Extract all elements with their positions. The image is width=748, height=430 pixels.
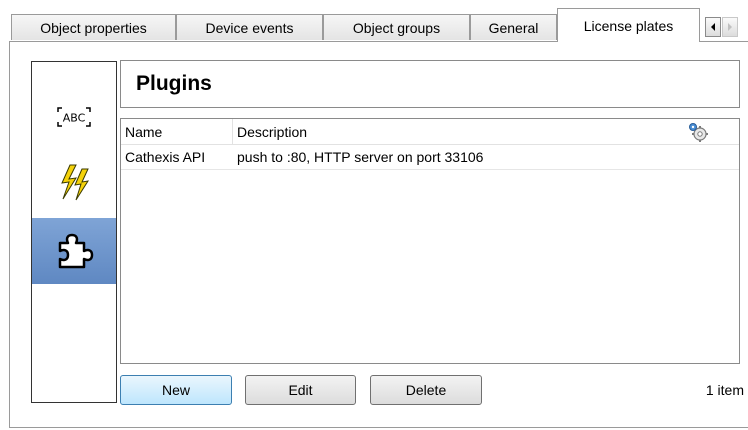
tab-strip: Object properties Device events Object g… xyxy=(0,0,748,42)
edit-button[interactable]: Edit xyxy=(245,375,356,405)
scroll-left-arrow-icon xyxy=(711,23,715,31)
column-settings-button[interactable] xyxy=(687,122,709,145)
license-plates-panel: ABC Plugins Name Description Cathexis AP… xyxy=(9,41,748,428)
tab-label: Object groups xyxy=(352,19,441,36)
tab-label: License plates xyxy=(583,17,674,34)
tab-license-plates[interactable]: License plates xyxy=(557,8,700,42)
table-row[interactable]: Cathexis API push to :80, HTTP server on… xyxy=(121,145,739,170)
abc-text-icon: ABC xyxy=(57,107,91,127)
tab-device-events[interactable]: Device events xyxy=(176,14,323,40)
page-title: Plugins xyxy=(136,72,212,95)
tab-scroll-left-button[interactable] xyxy=(705,17,721,37)
svg-text:ABC: ABC xyxy=(63,112,86,125)
list-header: Name Description xyxy=(121,119,739,145)
tab-label: Device events xyxy=(205,19,294,36)
sidebar-item-events[interactable] xyxy=(32,150,116,216)
puzzle-piece-icon xyxy=(58,233,94,269)
scroll-right-arrow-icon xyxy=(728,23,732,31)
plugin-category-sidebar: ABC xyxy=(31,61,117,403)
tab-scroll-right-button xyxy=(722,17,738,37)
column-label: Name xyxy=(125,123,163,140)
new-button[interactable]: New xyxy=(120,375,232,405)
lightning-bolt-icon xyxy=(61,164,90,201)
tab-general[interactable]: General xyxy=(470,14,557,40)
tab-label: Object properties xyxy=(40,19,147,36)
tab-object-groups[interactable]: Object groups xyxy=(323,14,470,40)
tab-object-properties[interactable]: Object properties xyxy=(11,14,176,40)
delete-button[interactable]: Delete xyxy=(370,375,482,405)
tab-label: General xyxy=(488,19,539,36)
sidebar-item-text[interactable]: ABC xyxy=(32,84,116,150)
panel-header: Plugins xyxy=(120,60,740,108)
column-header-name[interactable]: Name xyxy=(121,119,232,144)
plugin-list[interactable]: Name Description Cathexis API push to:8… xyxy=(120,118,740,364)
sidebar-item-plugins[interactable] xyxy=(32,218,116,284)
column-header-description[interactable]: Description xyxy=(233,119,693,144)
cell-name: Cathexis API xyxy=(125,149,206,165)
column-label: Description xyxy=(237,123,308,140)
cell-description: push to :80, HTTP server on port 33106 xyxy=(237,149,484,165)
item-count: 1 item xyxy=(705,382,744,398)
gear-settings-icon xyxy=(689,123,708,142)
